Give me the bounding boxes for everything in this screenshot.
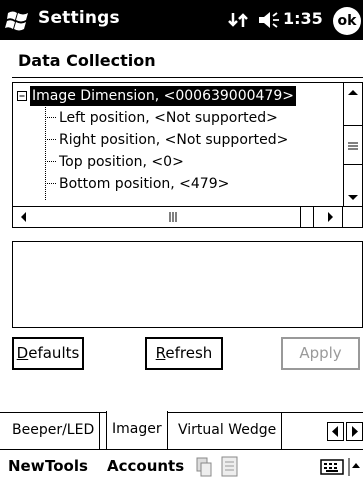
attachment-icon[interactable]: [194, 456, 214, 478]
tree-node-label: Top position, <0>: [59, 154, 184, 170]
apply-button[interactable]: Apply: [281, 337, 360, 370]
grip-icon: [348, 142, 358, 150]
arrow-right-icon: [352, 426, 358, 437]
scroll-thumb[interactable]: [344, 125, 362, 165]
arrow-up-icon: [348, 90, 358, 95]
tab-beeper-led[interactable]: Beeper/LED: [7, 412, 101, 449]
tab-scroll-left-button[interactable]: [327, 422, 344, 441]
grip-icon: [169, 212, 177, 222]
clock[interactable]: 1:35: [283, 9, 323, 28]
refresh-label: efresh: [165, 344, 213, 362]
detail-text-area[interactable]: [12, 241, 363, 328]
scroll-right-button[interactable]: [319, 207, 341, 227]
scroll-left-button[interactable]: [13, 207, 35, 227]
menu-bar: New Tools Accounts: [0, 449, 363, 484]
refresh-accelerator: R: [155, 344, 166, 362]
scroll-track-segment[interactable]: [300, 207, 314, 227]
arrow-left-icon: [21, 212, 26, 222]
vertical-scrollbar[interactable]: [343, 83, 362, 207]
tree-node-label: Bottom position, <479>: [59, 176, 230, 192]
menu-new[interactable]: New: [8, 457, 45, 475]
volume-icon[interactable]: [257, 10, 281, 30]
tree-node-label: Image Dimension, <000639000479>: [30, 86, 296, 106]
input-panel-arrow-icon[interactable]: [348, 456, 362, 478]
windows-start-icon[interactable]: [4, 6, 32, 34]
connectivity-icon[interactable]: [227, 11, 249, 29]
heading-divider: [12, 77, 363, 78]
defaults-label: efaults: [28, 344, 80, 362]
defaults-button[interactable]: Defaults: [12, 337, 84, 370]
menu-accounts[interactable]: Accounts: [107, 457, 184, 475]
tree-node-label: Right position, <Not supported>: [59, 132, 289, 148]
settings-tree-view[interactable]: Image Dimension, <000639000479> Left pos…: [12, 82, 363, 228]
horizontal-scrollbar[interactable]: [13, 206, 362, 227]
scroll-down-button[interactable]: [344, 187, 362, 207]
scroll-up-button[interactable]: [344, 83, 362, 103]
tab-bar: Beeper/LED Imager Virtual Wedge: [0, 411, 363, 449]
tree-node-label: Left position, <Not supported>: [59, 110, 278, 126]
arrow-left-icon: [332, 426, 338, 437]
ok-button[interactable]: ok: [333, 7, 361, 35]
tab-scroll-right-button[interactable]: [346, 422, 363, 441]
title-bar: Settings 1:35 ok: [0, 0, 363, 40]
scroll-thumb[interactable]: [153, 207, 193, 227]
menu-tools[interactable]: Tools: [45, 457, 88, 475]
defaults-accelerator: D: [16, 344, 29, 362]
page-title: Data Collection: [18, 51, 156, 70]
app-title: Settings: [38, 8, 120, 28]
keyboard-icon[interactable]: [320, 459, 344, 475]
document-icon[interactable]: [220, 455, 242, 479]
refresh-button[interactable]: Refresh: [145, 337, 223, 370]
scrollbar-corner: [342, 207, 362, 227]
arrow-down-icon: [348, 195, 358, 200]
arrow-right-icon: [328, 212, 333, 222]
tab-imager[interactable]: Imager: [106, 411, 168, 449]
tree-content: Image Dimension, <000639000479> Left pos…: [13, 83, 339, 207]
tab-virtual-wedge[interactable]: Virtual Wedge: [173, 412, 283, 449]
